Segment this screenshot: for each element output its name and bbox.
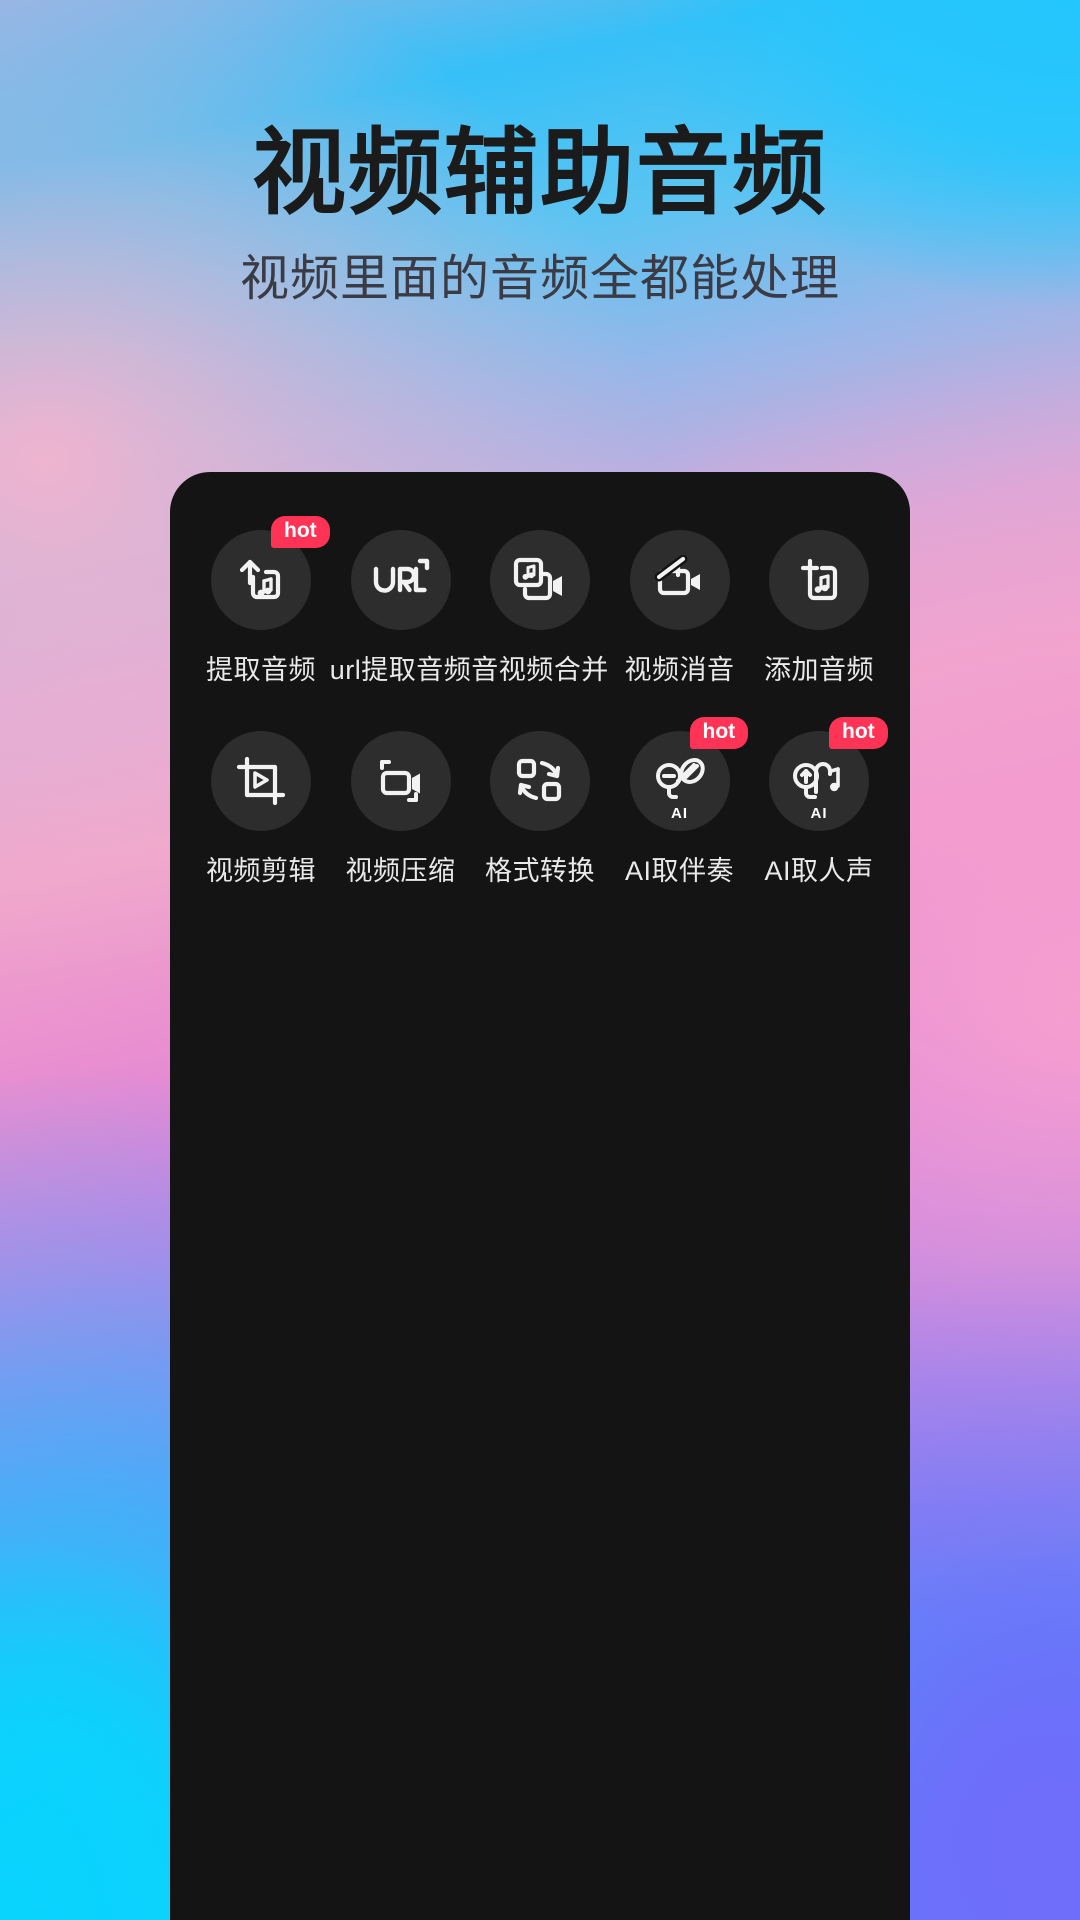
tool-label: AI取伴奏: [624, 856, 734, 886]
icon-container: [490, 731, 590, 831]
tool-label: 音视频合并: [471, 655, 609, 685]
page-title: 视频辅助音频: [251, 120, 828, 225]
icon-container: [769, 530, 869, 630]
tool-item-video-compress[interactable]: 视频压缩: [334, 731, 468, 888]
hot-badge: hot: [829, 717, 888, 750]
icon-container: [350, 530, 451, 630]
tool-item-extract-audio[interactable]: hot 提取音频: [194, 516, 330, 687]
tool-label: 视频压缩: [345, 856, 456, 886]
tool-item-merge-audio-video[interactable]: 音视频合并: [471, 530, 609, 687]
merge-audio-video-icon: [511, 554, 569, 606]
video-crop-icon: [233, 753, 289, 809]
phone-screenshot-card: hot 提取音频 url提取音频 音视频合并 视频消音 添加音频 视频剪辑 视频…: [170, 472, 910, 1920]
icon-container: [350, 731, 451, 831]
extract-audio-icon: [233, 552, 289, 608]
add-audio-icon: [792, 553, 846, 607]
tool-grid-row: hot 提取音频 url提取音频 音视频合并 视频消音 添加音频: [194, 516, 886, 687]
tool-grid: hot 提取音频 url提取音频 音视频合并 视频消音 添加音频 视频剪辑 视频…: [170, 472, 910, 888]
ai-instrumental-icon: [653, 758, 707, 804]
tool-label: AI取人声: [764, 856, 874, 886]
tool-item-add-audio[interactable]: 添加音频: [752, 530, 886, 687]
icon-container: [490, 530, 590, 630]
icon-container: hot: [211, 516, 330, 630]
tool-label: url提取音频: [329, 655, 472, 685]
tool-label: 视频消音: [624, 655, 735, 685]
tool-item-url-extract-audio[interactable]: url提取音频: [330, 530, 471, 687]
ai-label: AI: [810, 805, 828, 822]
icon-circle: [490, 731, 590, 831]
mute-video-icon: [651, 555, 709, 605]
icon-container: [211, 731, 311, 831]
tool-item-ai-instrumental[interactable]: AI hot AI取伴奏: [613, 717, 749, 888]
icon-circle: [350, 530, 451, 630]
url-icon: [370, 556, 432, 604]
icon-circle: [490, 530, 590, 630]
tool-item-video-crop[interactable]: 视频剪辑: [194, 731, 328, 888]
ai-label: AI: [671, 805, 688, 822]
hot-badge: hot: [271, 516, 330, 549]
tool-item-format-convert[interactable]: 格式转换: [473, 731, 607, 888]
tool-item-mute-video[interactable]: 视频消音: [613, 530, 747, 687]
tool-label: 提取音频: [206, 655, 316, 685]
video-compress-icon: [372, 754, 430, 808]
tool-grid-row: 视频剪辑 视频压缩 格式转换 AI hot AI取伴奏 AI hot AI取人声: [194, 717, 888, 888]
hot-badge: hot: [689, 717, 749, 750]
icon-container: AI hot: [629, 717, 749, 831]
icon-container: AI hot: [769, 717, 888, 831]
tool-item-ai-vocal[interactable]: AI hot AI取人声: [752, 717, 888, 888]
tool-label: 添加音频: [764, 655, 874, 685]
icon-circle: [769, 530, 869, 630]
page-subtitle: 视频里面的音频全都能处理: [239, 251, 840, 306]
tool-label: 视频剪辑: [206, 856, 316, 886]
icon-circle: [350, 731, 451, 831]
icon-circle: [629, 530, 730, 630]
promo-header: 视频辅助音频 视频里面的音频全都能处理: [0, 122, 1080, 308]
format-convert-icon: [513, 755, 567, 807]
tool-label: 格式转换: [485, 856, 595, 886]
icon-container: [629, 530, 730, 630]
ai-vocal-icon: [792, 758, 846, 804]
icon-circle: [211, 731, 311, 831]
